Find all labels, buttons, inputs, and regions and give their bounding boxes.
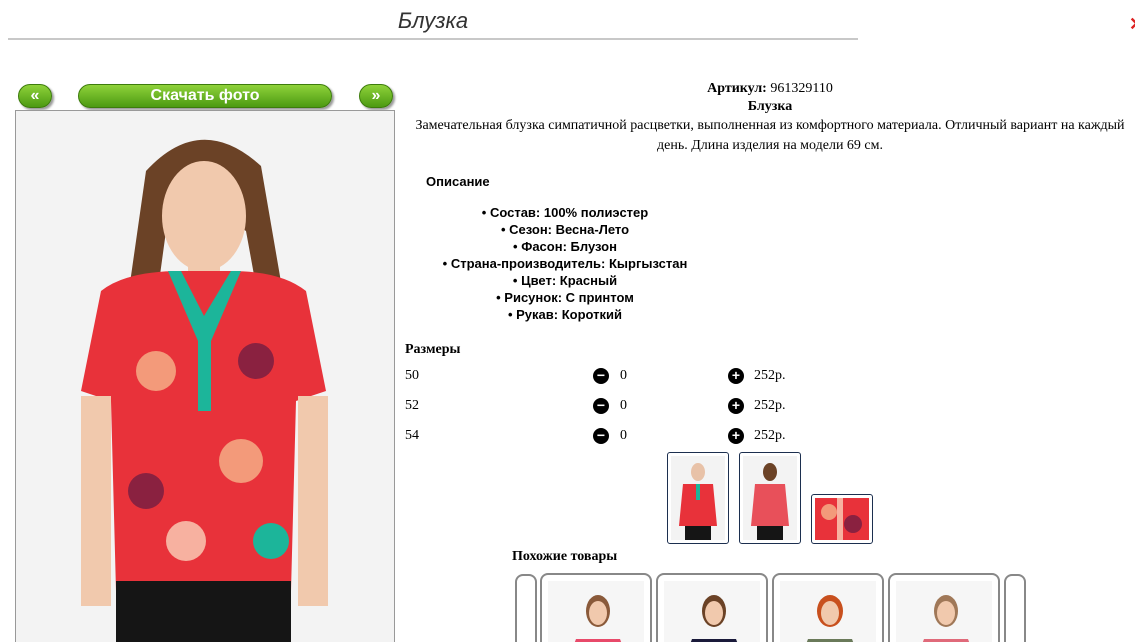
close-icon[interactable]: ✕: [1129, 14, 1135, 36]
thumbnail-image: [743, 456, 797, 540]
carousel-next-button[interactable]: [1004, 574, 1026, 642]
sizes-heading: Размеры: [405, 342, 461, 357]
carousel-prev-button[interactable]: [515, 574, 537, 642]
size-label: 54: [405, 428, 419, 443]
property-item: Фасон: Блузон: [420, 238, 710, 255]
size-row: 54 − 0 + 252р.: [405, 426, 805, 446]
thumbnail-image: [815, 498, 869, 540]
property-item: Сезон: Весна-Лето: [420, 221, 710, 238]
photo-thumbnail[interactable]: [667, 452, 729, 544]
product-name: Блузка: [747, 99, 793, 114]
next-photo-button[interactable]: »: [359, 84, 393, 108]
properties-list: Состав: 100% полиэстер Сезон: Весна-Лето…: [420, 204, 710, 323]
product-description: Замечательная блузка симпатичной расцвет…: [415, 118, 1125, 153]
similar-product-card[interactable]: [656, 573, 768, 642]
similar-product-image: [664, 581, 760, 642]
minus-icon[interactable]: −: [593, 368, 609, 384]
similar-product-card[interactable]: [772, 573, 884, 642]
plus-icon[interactable]: +: [728, 398, 744, 414]
article-line: Артикул: 961329110: [400, 81, 1135, 97]
size-price: 252р.: [754, 398, 786, 413]
property-item: Состав: 100% полиэстер: [420, 204, 710, 221]
plus-icon[interactable]: +: [728, 368, 744, 384]
similar-product-card[interactable]: [540, 573, 652, 642]
plus-icon[interactable]: +: [728, 428, 744, 444]
photo-thumbnail[interactable]: [811, 494, 873, 544]
model-photo-illustration: [16, 111, 394, 642]
similar-product-card[interactable]: [888, 573, 1000, 642]
size-row: 52 − 0 + 252р.: [405, 396, 805, 416]
property-item: Страна-производитель: Кыргызстан: [420, 255, 710, 272]
similar-product-image: [896, 581, 992, 642]
prev-photo-button[interactable]: «: [18, 84, 52, 108]
size-price: 252р.: [754, 368, 786, 383]
similar-product-image: [780, 581, 876, 642]
size-price: 252р.: [754, 428, 786, 443]
title-divider: [8, 38, 858, 40]
photo-thumbnail[interactable]: [739, 452, 801, 544]
size-label: 52: [405, 398, 419, 413]
main-product-photo[interactable]: [15, 110, 395, 642]
size-label: 50: [405, 368, 419, 383]
quantity-value: 0: [620, 428, 627, 443]
page-title: Блузка: [397, 8, 469, 33]
similar-product-image: [548, 581, 644, 642]
minus-icon[interactable]: −: [593, 398, 609, 414]
property-item: Рукав: Короткий: [420, 306, 710, 323]
download-photo-button[interactable]: Скачать фото: [78, 84, 332, 108]
product-info: Артикул: 961329110 Блузка Замечательная …: [400, 80, 1135, 156]
similar-products-heading: Похожие товары: [512, 549, 618, 564]
article-label: Артикул:: [707, 81, 767, 96]
minus-icon[interactable]: −: [593, 428, 609, 444]
size-row: 50 − 0 + 252р.: [405, 366, 805, 386]
property-item: Цвет: Красный: [420, 272, 710, 289]
quantity-value: 0: [620, 398, 627, 413]
article-number: 961329110: [770, 81, 833, 96]
property-item: Рисунок: С принтом: [420, 289, 710, 306]
quantity-value: 0: [620, 368, 627, 383]
description-heading: Описание: [426, 174, 490, 189]
thumbnail-image: [671, 456, 725, 540]
